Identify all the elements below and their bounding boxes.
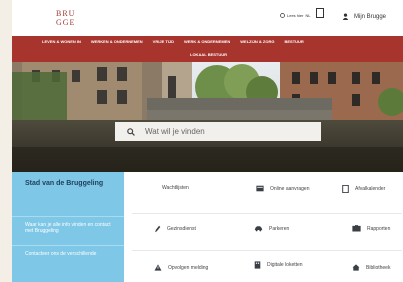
panel-title: Stad van de Bruggeling: [25, 180, 104, 187]
service-label-7: Opvolgen melding: [168, 264, 209, 271]
service-label-9: Bibliotheek: [366, 264, 391, 271]
logo-line-2: GGE: [56, 18, 76, 27]
nav-item-7[interactable]: LOKAAL BESTUUR: [190, 52, 227, 57]
service-label-2: Online aanvragen: [270, 185, 310, 192]
service-tile-2[interactable]: Online aanvragen: [256, 185, 309, 192]
building-icon: [254, 261, 261, 269]
globe-icon: [280, 13, 285, 18]
service-tile-7[interactable]: Opvolgen melding: [154, 264, 208, 271]
panel-link-2[interactable]: Contacteer ons de verschillende: [25, 251, 120, 257]
nav-row: LEVEN & WONEN IN WERKEN & ONDERNEMEN VRI…: [42, 39, 304, 44]
service-tile-9[interactable]: Bibliotheek: [352, 264, 390, 271]
grid-divider-2: [132, 250, 402, 251]
service-tile-1[interactable]: Wachtlijsten: [162, 185, 189, 191]
service-label-1: Wachtlijsten: [162, 185, 189, 191]
main-nav: LEVEN & WONEN IN WERKEN & ONDERNEMEN VRI…: [12, 36, 403, 62]
top-bar: BRU GGE Lees hier NL Mijn Brugge: [12, 0, 403, 36]
brugge-logo[interactable]: BRU GGE: [56, 9, 76, 27]
service-tile-8[interactable]: Digitale loketten: [254, 261, 309, 269]
language-code: NL: [305, 13, 311, 18]
logo-line-1: BRU: [56, 9, 76, 18]
warning-icon: [154, 264, 162, 271]
search-bar[interactable]: Wat wil je vinden: [115, 122, 321, 141]
service-tile-5[interactable]: Parkeren: [254, 225, 289, 232]
service-label-4: Gezinsdienst: [167, 226, 196, 232]
service-tile-6[interactable]: Rapporten: [352, 225, 390, 232]
panel-link-1[interactable]: Waar kan je alle info vinden en contact …: [25, 222, 120, 234]
service-label-5: Parkeren: [269, 225, 290, 232]
grid-divider-1: [132, 213, 402, 214]
calendar-icon: [342, 185, 349, 193]
info-panel: Stad van de Bruggeling Waar kan je alle …: [12, 172, 124, 282]
browser-page: BRU GGE Lees hier NL Mijn Brugge LEVEN &…: [12, 0, 403, 282]
nav-item-6[interactable]: BESTUUR: [284, 39, 303, 44]
language-switcher[interactable]: Lees hier NL: [280, 13, 311, 18]
nav-item-2[interactable]: WERKEN & ONDERNEMEN: [91, 39, 143, 44]
login-link[interactable]: Mijn Brugge: [342, 13, 386, 20]
nav-item-4[interactable]: WERK & ONDERNEMEN: [184, 39, 230, 44]
language-label: Lees hier: [287, 13, 304, 18]
service-tile-3[interactable]: Afvalkalender: [342, 185, 385, 193]
service-label-6: Rapporten: [367, 225, 391, 232]
folder-icon: [352, 225, 361, 232]
nav-item-3[interactable]: VRIJE TIJD: [153, 39, 174, 44]
canal-scene: [12, 62, 403, 172]
home-icon: [352, 264, 360, 271]
service-label-8: Digitale loketten: [267, 262, 303, 268]
search-icon: [127, 127, 135, 136]
search-placeholder: Wat wil je vinden: [145, 127, 205, 136]
nav-item-5[interactable]: WELZIJN & ZORG: [240, 39, 274, 44]
hero-image: Wat wil je vinden: [12, 62, 403, 172]
login-label: Mijn Brugge: [354, 13, 387, 20]
car-icon: [254, 226, 263, 232]
services-grid: Wachtlijsten Online aanvragen Afvalkalen…: [124, 172, 403, 282]
service-tile-4[interactable]: Gezinsdienst: [154, 225, 196, 233]
apps-icon[interactable]: [316, 8, 324, 18]
service-label-3: Afvalkalender: [355, 186, 386, 192]
pen-icon: [155, 225, 161, 233]
user-icon: [342, 13, 349, 20]
card-icon: [256, 185, 264, 192]
panel-divider-1: [12, 216, 124, 217]
panel-divider-2: [12, 245, 124, 246]
nav-item-1[interactable]: LEVEN & WONEN IN: [42, 39, 81, 44]
